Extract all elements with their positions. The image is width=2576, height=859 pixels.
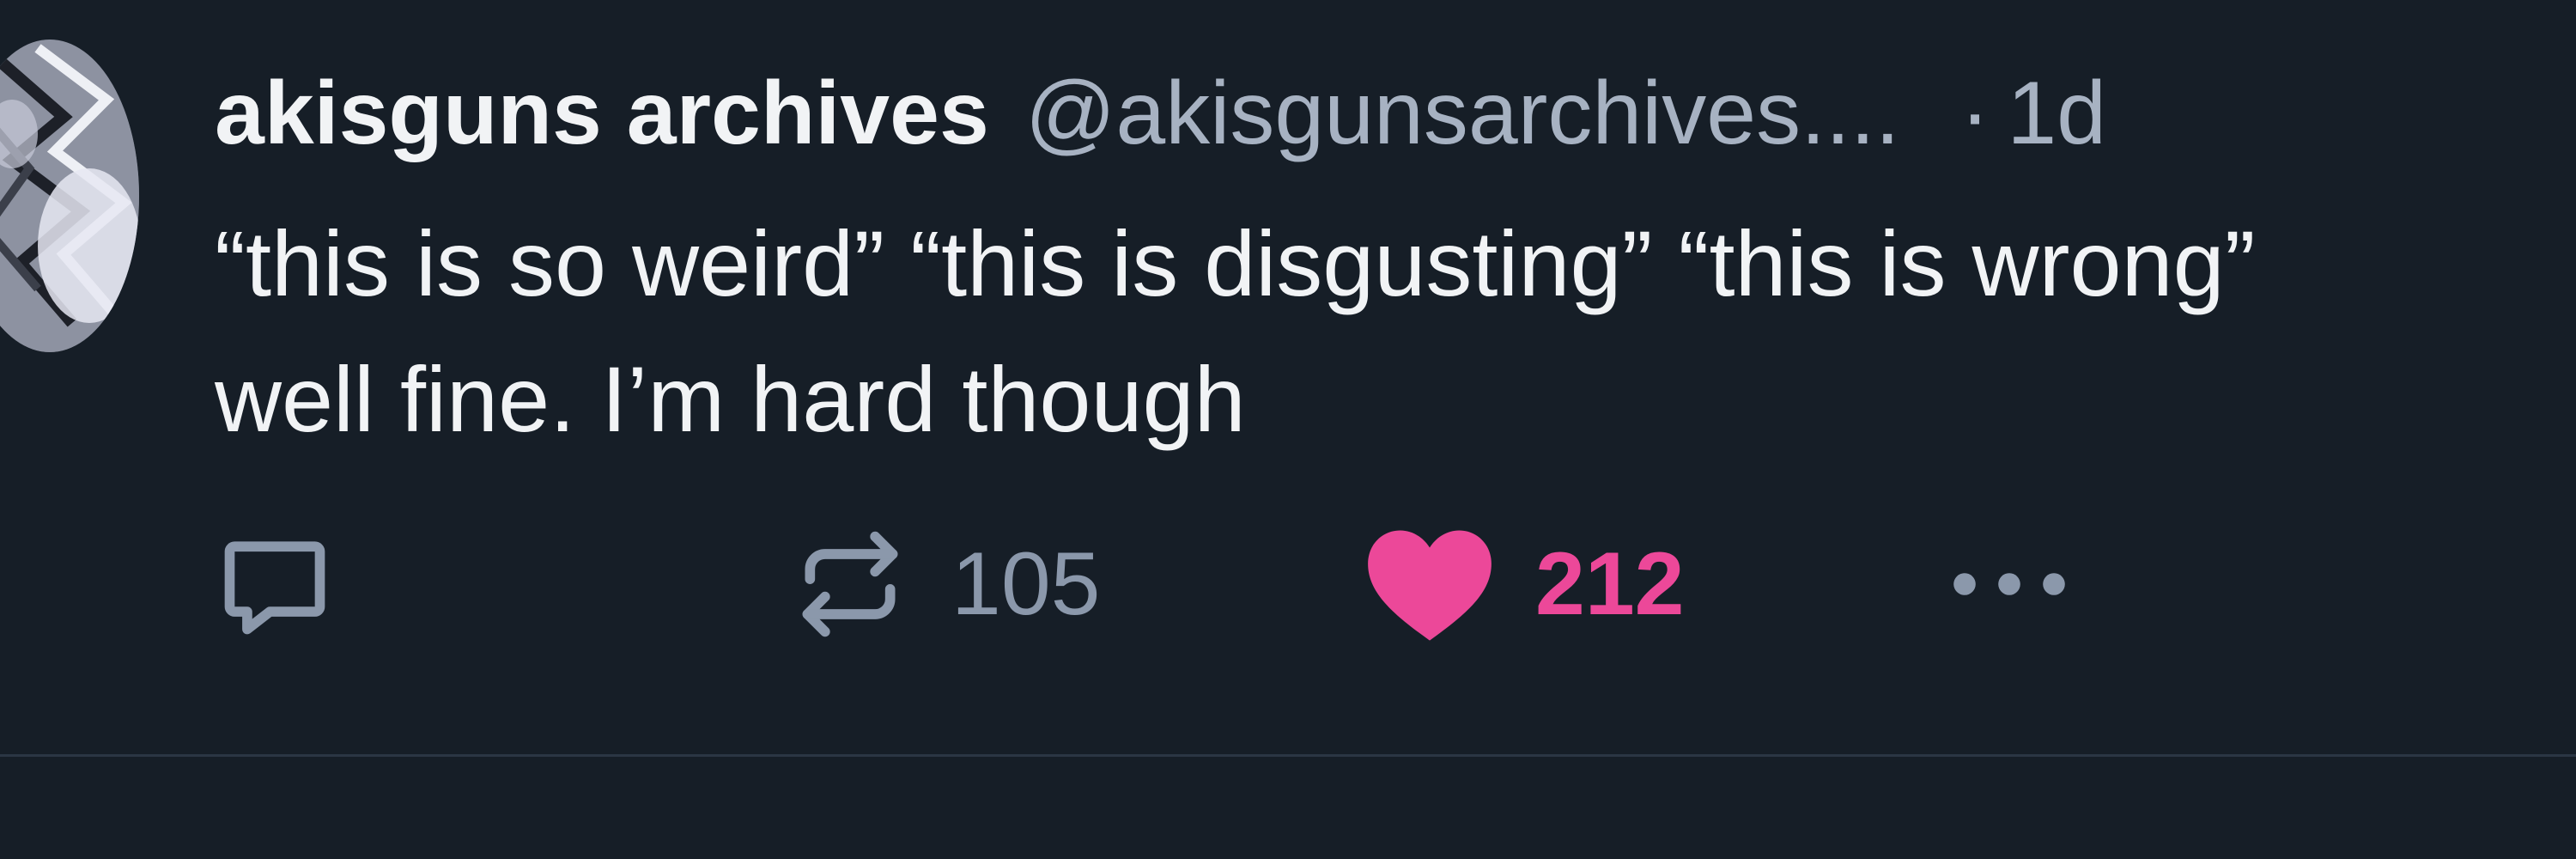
timestamp-value: 1d: [2007, 64, 2107, 163]
post[interactable]: akisguns archives @akisgunsarchives.... …: [0, 0, 2576, 754]
post-actions: 105 212: [215, 524, 2190, 644]
author-display-name[interactable]: akisguns archives: [215, 69, 989, 158]
repost-icon: [790, 524, 910, 644]
repost-button[interactable]: 105: [790, 524, 1101, 644]
post-divider: [0, 754, 2576, 757]
author-handle[interactable]: @akisgunsarchives....: [1025, 69, 1900, 158]
post-timestamp[interactable]: · 1d: [1960, 69, 2106, 158]
avatar[interactable]: [0, 40, 139, 352]
like-button[interactable]: 212: [1365, 524, 1685, 644]
like-count: 212: [1535, 534, 1685, 634]
more-options-button[interactable]: [1941, 524, 2078, 644]
timestamp-separator: ·: [1959, 64, 1990, 163]
avatar-image: [0, 40, 139, 352]
post-header: akisguns archives @akisgunsarchives.... …: [215, 53, 2106, 174]
reply-button[interactable]: [215, 524, 335, 644]
more-icon: [1941, 524, 2078, 644]
heart-icon: [1365, 524, 1494, 644]
reply-icon: [215, 524, 335, 644]
post-text: “this is so weird” “this is disgusting” …: [215, 211, 2256, 451]
repost-count: 105: [951, 534, 1101, 634]
